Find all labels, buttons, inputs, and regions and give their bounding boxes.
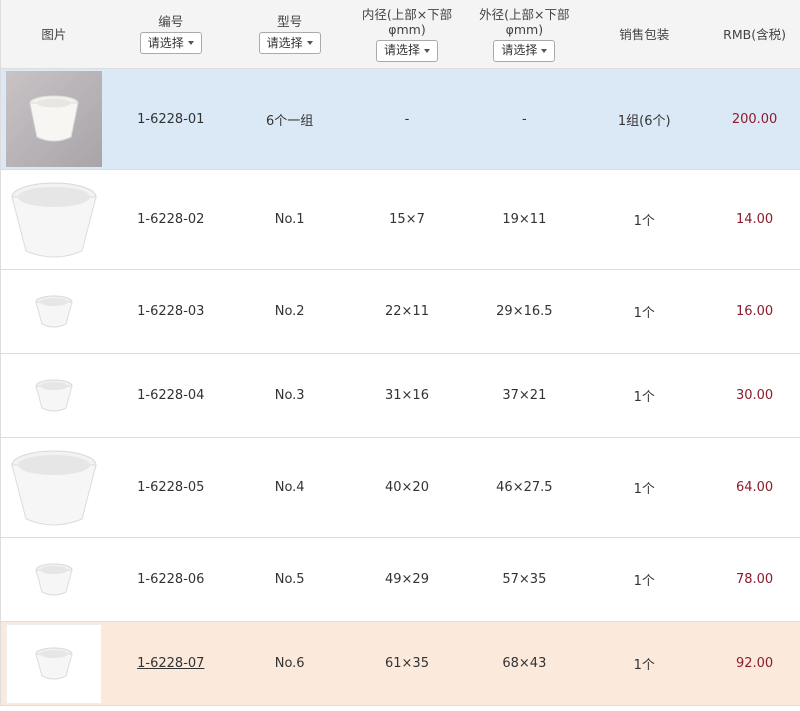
table-header: 图片 编号 请选择 型号 请选择 内径(上部×下部 φmm) 请选择 外径(上部… [1,0,800,69]
row-number[interactable]: 1-6228-01 [107,69,235,169]
row-outer: 37×21 [502,388,547,403]
row-number[interactable]: 1-6228-03 [107,270,235,353]
row-price: 64.00 [735,480,774,495]
crucible-icon [35,295,73,327]
row-type: No.3 [274,388,305,403]
row-package: 1个 [633,390,655,405]
table-row[interactable]: 1-6228-03 No.2 22×11 29×16.5 1个 16.00 [1,270,800,354]
row-outer: 29×16.5 [496,304,553,319]
row-outer: - [522,111,527,127]
row-outer: 57×35 [502,572,547,587]
row-price: 14.00 [735,212,774,227]
product-table: 图片 编号 请选择 型号 请选择 内径(上部×下部 φmm) 请选择 外径(上部… [0,0,800,706]
row-number-link[interactable]: 1-6228-07 [137,656,204,671]
table-row[interactable]: 1-6228-06 No.5 49×29 57×35 1个 78.00 [1,538,800,622]
row-price: 92.00 [735,656,774,671]
inner-filter-select[interactable]: 请选择 [375,39,438,62]
row-inner: 22×11 [385,304,429,319]
chevron-down-icon [187,41,194,45]
header-number: 编号 请选择 [107,0,235,68]
row-number[interactable]: 1-6228-05 [107,438,235,537]
type-filter-select[interactable]: 请选择 [258,32,321,54]
table-row[interactable]: 1-6228-02 No.1 15×7 19×11 1个 14.00 [1,170,800,270]
row-price: 30.00 [735,388,774,403]
product-image[interactable] [5,171,102,268]
table-row[interactable]: 1-6228-04 No.3 31×16 37×21 1个 30.00 [1,354,800,438]
row-inner: 61×35 [385,656,429,671]
row-package: 1个 [633,306,655,321]
product-image[interactable] [5,71,102,167]
table-row[interactable]: 1-6228-07 No.6 61×35 68×43 1个 92.00 [1,622,800,706]
row-inner: 40×20 [385,480,429,495]
row-number[interactable]: 1-6228-02 [107,170,235,269]
row-number[interactable]: 1-6228-04 [107,354,235,437]
row-price: 16.00 [735,304,774,319]
row-package: 1个 [633,658,655,673]
row-inner: 31×16 [385,388,429,403]
header-outer-diameter: 外径(上部×下部 φmm) 请选择 [469,0,579,68]
row-type: No.5 [274,572,305,587]
row-inner: 15×7 [389,212,425,227]
product-image[interactable] [5,439,102,536]
crucible-set-icon [29,95,79,142]
crucible-icon [11,182,97,257]
crucible-icon [35,647,73,679]
header-type: 型号 请选择 [235,0,345,68]
header-image: 图片 [41,26,67,42]
row-type: No.6 [274,656,305,671]
header-inner-diameter: 内径(上部×下部 φmm) 请选择 [345,0,470,68]
product-image[interactable] [5,623,102,704]
row-type: 6个一组 [266,113,314,129]
product-image[interactable] [5,270,102,353]
row-number[interactable]: 1-6228-06 [107,538,235,621]
row-type: No.2 [274,304,305,319]
product-image[interactable] [5,354,102,437]
row-package: 1个 [633,574,655,589]
header-package: 销售包装 [619,26,670,42]
number-filter-select[interactable]: 请选择 [139,32,202,54]
row-outer: 46×27.5 [496,480,553,495]
crucible-icon [11,450,97,525]
row-package: 1个 [633,482,655,497]
crucible-icon [35,379,73,411]
outer-filter-select[interactable]: 请选择 [493,39,556,62]
row-outer: 19×11 [502,212,547,227]
crucible-icon [35,563,73,595]
row-type: No.4 [274,480,305,495]
chevron-down-icon [424,48,430,53]
row-inner: 49×29 [385,572,429,587]
row-package: 1个 [633,214,655,229]
row-type: No.1 [274,212,305,227]
row-price: 78.00 [735,572,774,587]
chevron-down-icon [306,41,313,45]
chevron-down-icon [541,48,548,53]
table-row[interactable]: 1-6228-01 6个一组 - - 1组(6个) 200.00 [1,69,800,170]
row-outer: 68×43 [502,656,547,671]
row-package: 1组(6个) [617,113,671,129]
table-row[interactable]: 1-6228-05 No.4 40×20 46×27.5 1个 64.00 [1,438,800,538]
row-inner: - [404,111,410,127]
product-image[interactable] [5,538,102,621]
row-price: 200.00 [731,111,778,127]
header-price: RMB(含税) [723,26,786,42]
